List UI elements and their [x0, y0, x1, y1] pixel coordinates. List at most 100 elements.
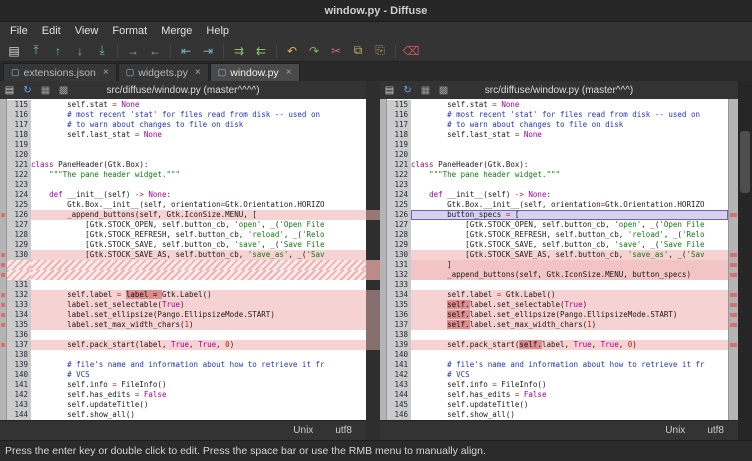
menu-file[interactable]: File — [3, 22, 35, 40]
menu-edit[interactable]: Edit — [35, 22, 68, 40]
save-file-button[interactable]: ▦ — [37, 82, 54, 98]
scrollbar-thumb[interactable] — [740, 131, 750, 193]
code-row[interactable]: 119 — [387, 140, 728, 150]
code-row[interactable]: 130 [Gtk.STOCK_SAVE_AS, self.button_cb, … — [387, 250, 728, 260]
code-row[interactable]: 115 self.stat = None — [387, 100, 728, 110]
code-row[interactable]: 121class PaneHeader(Gtk.Box): — [7, 160, 366, 170]
code-row[interactable]: 141 self.info = FileInfo() — [7, 380, 366, 390]
code-row[interactable]: 146 self.show_all() — [387, 410, 728, 420]
code-row[interactable]: 133 label.set_selectable(True) — [7, 300, 366, 310]
save-file-as-button[interactable]: ▩ — [55, 82, 72, 98]
menu-help[interactable]: Help — [199, 22, 236, 40]
code-row[interactable]: 132 self.label = label = Gtk.Label() — [7, 290, 366, 300]
code-row[interactable]: 136 self.label.set_ellipsize(Pango.Ellip… — [387, 310, 728, 320]
code-row[interactable]: 134 self.label = Gtk.Label() — [387, 290, 728, 300]
merge-from-left-then-right-button[interactable]: ⇉ — [229, 41, 249, 61]
shift-pane-right-button[interactable]: ⇥ — [198, 41, 218, 61]
code-row[interactable]: 143 self.info = FileInfo() — [387, 380, 728, 390]
code-row[interactable]: 121class PaneHeader(Gtk.Box): — [387, 160, 728, 170]
open-file-button[interactable]: ▤ — [1, 82, 18, 98]
code-row[interactable]: 141 # file's name and information about … — [387, 360, 728, 370]
code-row[interactable]: 139 # file's name and information about … — [7, 360, 366, 370]
code-row[interactable]: 135 label.set_max_width_chars(1) — [7, 320, 366, 330]
menu-merge[interactable]: Merge — [154, 22, 199, 40]
reload-file-button[interactable]: ↻ — [19, 82, 36, 98]
code-row[interactable]: 129 [Gtk.STOCK_SAVE, self.button_cb, 'sa… — [7, 240, 366, 250]
code-row[interactable]: 135 self.label.set_selectable(True) — [387, 300, 728, 310]
code-row[interactable]: 120 — [7, 150, 366, 160]
tab-window.py[interactable]: ▢window.py× — [210, 63, 300, 81]
shift-pane-left-button[interactable]: ⇤ — [176, 41, 196, 61]
cut-button[interactable]: ✂ — [326, 41, 346, 61]
code-row[interactable]: 127 [Gtk.STOCK_OPEN, self.button_cb, 'op… — [387, 220, 728, 230]
code-row[interactable]: 139 self.pack_start(self.label, True, Tr… — [387, 340, 728, 350]
code-row[interactable]: 123 — [387, 180, 728, 190]
code-row[interactable]: 140 — [387, 350, 728, 360]
code-row[interactable]: 130 [Gtk.STOCK_SAVE_AS, self.button_cb, … — [7, 250, 366, 260]
tab-close-icon[interactable]: × — [195, 68, 201, 78]
code-row[interactable]: 124 def __init__(self) -> None: — [7, 190, 366, 200]
menu-view[interactable]: View — [68, 22, 106, 40]
copy-button[interactable]: ⧉ — [348, 41, 368, 61]
code-row[interactable]: 142 # VCS — [387, 370, 728, 380]
code-row[interactable]: 128 [Gtk.STOCK_REFRESH, self.button_cb, … — [7, 230, 366, 240]
copy-selection-right-button[interactable]: → — [123, 41, 143, 61]
code-row[interactable]: 129 [Gtk.STOCK_SAVE, self.button_cb, 'sa… — [387, 240, 728, 250]
paste-button[interactable]: ⎘ — [370, 41, 390, 61]
code-row[interactable]: 126 _append_buttons(self, Gtk.IconSize.M… — [7, 210, 366, 220]
code-row[interactable]: 144 self.show_all() — [7, 410, 366, 420]
code-row[interactable]: 127 [Gtk.STOCK_OPEN, self.button_cb, 'op… — [7, 220, 366, 230]
reload-file-button[interactable]: ↻ — [399, 82, 416, 98]
menu-format[interactable]: Format — [105, 22, 154, 40]
code-row[interactable]: 117 # to warn about changes to file on d… — [7, 120, 366, 130]
code-row[interactable]: 120 — [387, 150, 728, 160]
code-row[interactable]: 144 self.has_edits = False — [387, 390, 728, 400]
code-row[interactable]: 122 """The pane header widget.""" — [7, 170, 366, 180]
code-row[interactable]: 126 button_specs = [ — [387, 210, 728, 220]
code-row[interactable]: 138 — [387, 330, 728, 340]
tab-extensions.json[interactable]: ▢extensions.json× — [3, 63, 117, 81]
code-row[interactable]: 122 """The pane header widget.""" — [387, 170, 728, 180]
code-row[interactable]: 133 — [387, 280, 728, 290]
code-row[interactable]: 119 — [7, 140, 366, 150]
code-row[interactable]: 145 self.updateTitle() — [387, 400, 728, 410]
code-row[interactable]: 142 self.has_edits = False — [7, 390, 366, 400]
last-difference-button[interactable]: ⤓ — [92, 41, 112, 61]
copy-selection-left-button[interactable]: ← — [145, 41, 165, 61]
code-row[interactable] — [7, 260, 366, 270]
code-row[interactable]: 143 self.updateTitle() — [7, 400, 366, 410]
save-file-as-button[interactable]: ▩ — [435, 82, 452, 98]
tab-close-icon[interactable]: × — [286, 68, 292, 78]
code-row[interactable]: 131 — [7, 280, 366, 290]
code-row[interactable]: 137 self.pack_start(label, True, True, 0… — [7, 340, 366, 350]
code-row[interactable]: 123 — [7, 180, 366, 190]
code-row[interactable]: 136 — [7, 330, 366, 340]
undo-button[interactable]: ↶ — [282, 41, 302, 61]
clear-edits-button[interactable]: ⌫ — [401, 41, 421, 61]
code-row[interactable]: 138 — [7, 350, 366, 360]
tab-widgets.py[interactable]: ▢widgets.py× — [118, 63, 209, 81]
previous-difference-button[interactable]: ↑ — [48, 41, 68, 61]
code-row[interactable]: 118 self.last_stat = None — [7, 130, 366, 140]
code-row[interactable] — [7, 270, 366, 280]
code-row[interactable]: 134 label.set_ellipsize(Pango.EllipsizeM… — [7, 310, 366, 320]
vertical-scrollbar[interactable] — [738, 81, 752, 440]
first-difference-button[interactable]: ⤒ — [26, 41, 46, 61]
redo-button[interactable]: ↷ — [304, 41, 324, 61]
save-file-button[interactable]: ▦ — [417, 82, 434, 98]
tab-close-icon[interactable]: × — [103, 68, 109, 78]
code-row[interactable]: 131 ] — [387, 260, 728, 270]
code-row[interactable]: 128 [Gtk.STOCK_REFRESH, self.button_cb, … — [387, 230, 728, 240]
code-row[interactable]: 115 self.stat = None — [7, 100, 366, 110]
code-row[interactable]: 125 Gtk.Box.__init__(self, orientation=G… — [387, 200, 728, 210]
code-row[interactable]: 117 # to warn about changes to file on d… — [387, 120, 728, 130]
merge-from-right-then-left-button[interactable]: ⇇ — [251, 41, 271, 61]
realign-all-button[interactable]: ▤ — [4, 41, 24, 61]
next-difference-button[interactable]: ↓ — [70, 41, 90, 61]
open-file-button[interactable]: ▤ — [381, 82, 398, 98]
code-row[interactable]: 118 self.last_stat = None — [387, 130, 728, 140]
code-row[interactable]: 137 self.label.set_max_width_chars(1) — [387, 320, 728, 330]
code-row[interactable]: 125 Gtk.Box.__init__(self, orientation=G… — [7, 200, 366, 210]
code-row[interactable]: 116 # most recent 'stat' for files read … — [387, 110, 728, 120]
code-row[interactable]: 124 def __init__(self) -> None: — [387, 190, 728, 200]
